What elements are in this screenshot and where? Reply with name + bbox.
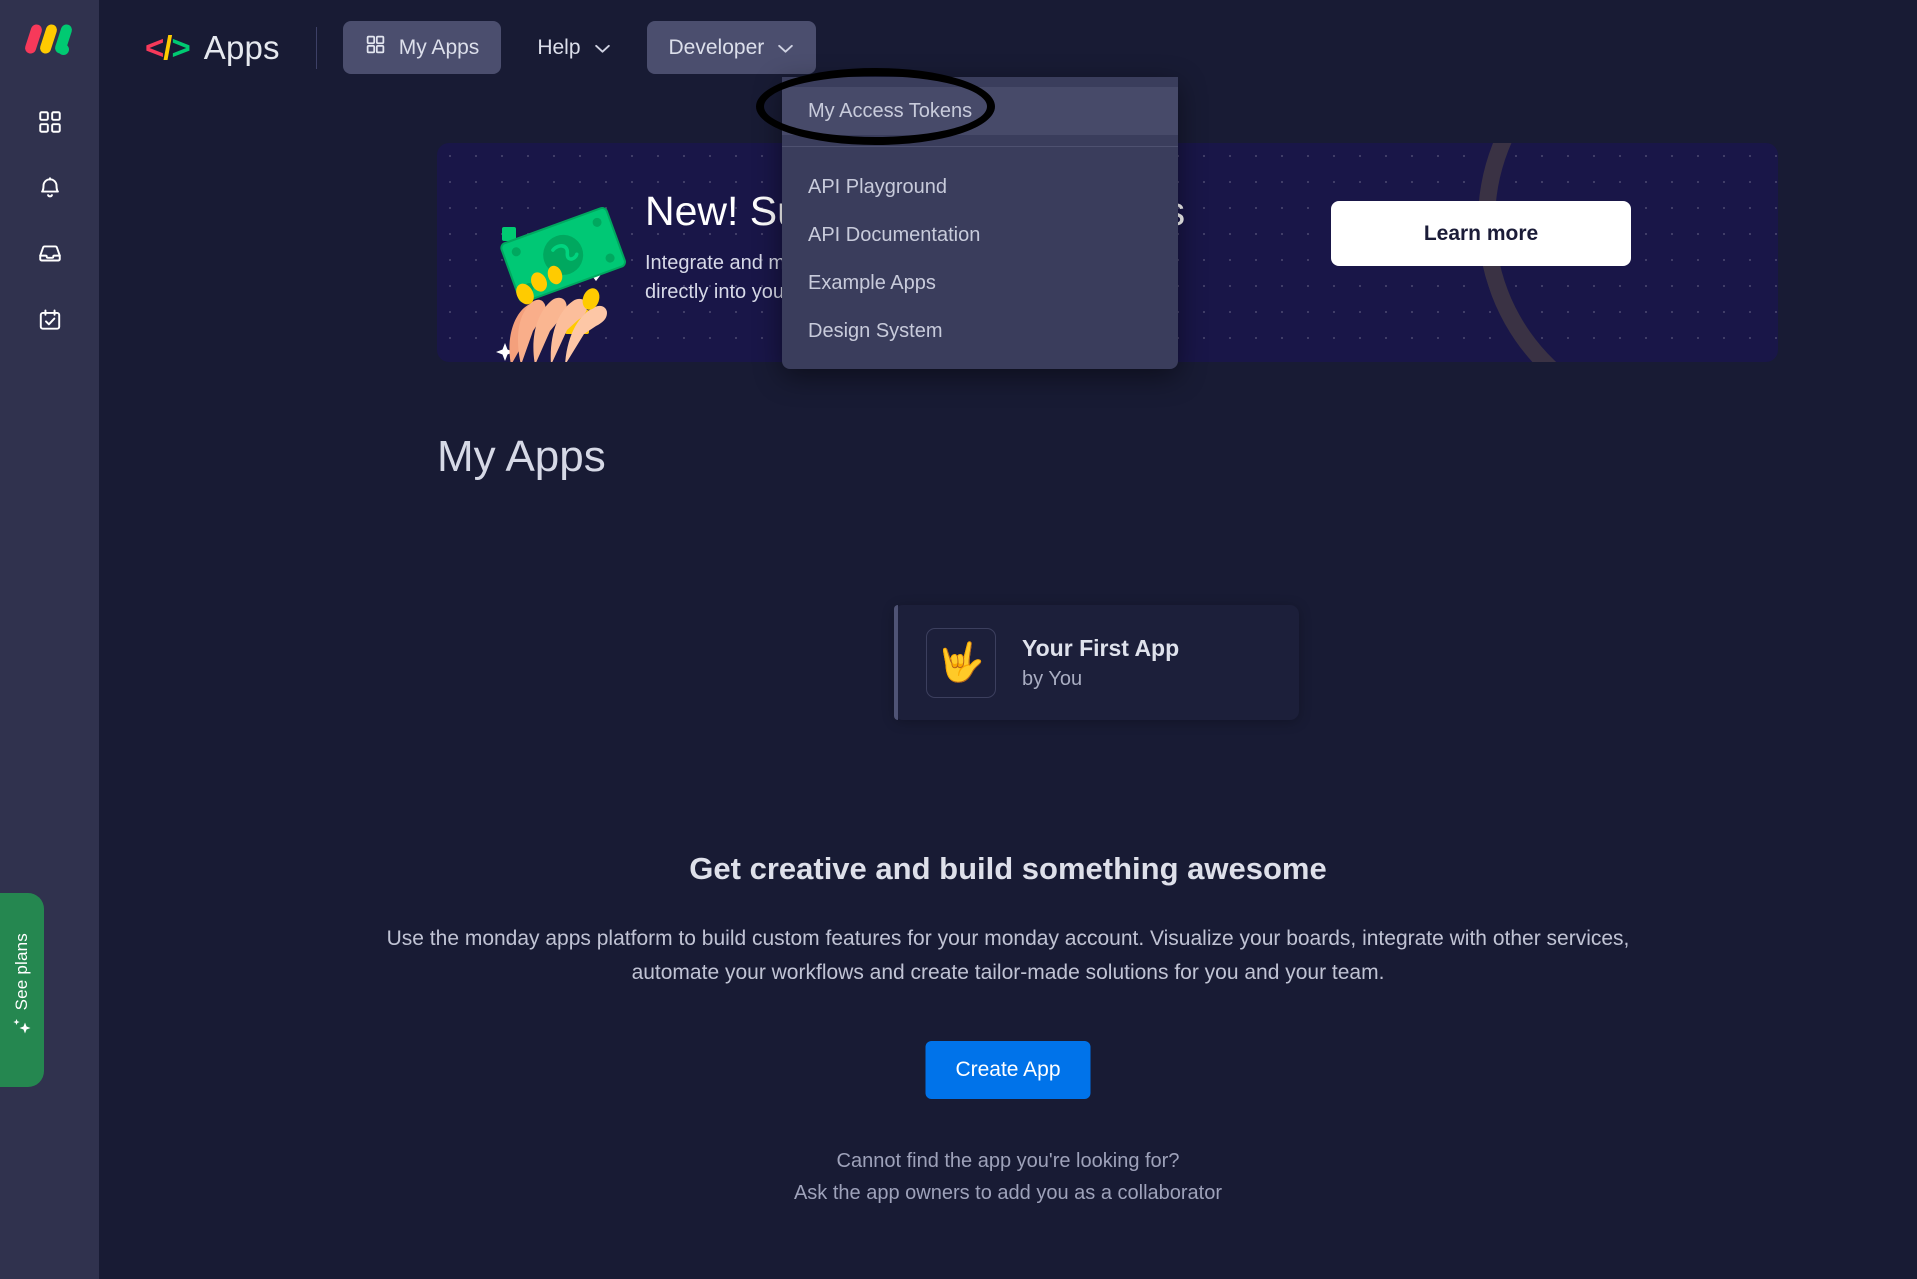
code-brackets-icon: < / >	[145, 28, 191, 67]
menu-item-api-playground[interactable]: API Playground	[782, 163, 1178, 211]
chevron-down-icon	[594, 36, 611, 60]
app-icon: 🤟	[926, 627, 996, 698]
create-app-button[interactable]: Create App	[925, 1041, 1091, 1099]
empty-state-body: Use the monday apps platform to build cu…	[386, 927, 1630, 985]
love-you-hand-icon: 🤟	[937, 641, 985, 684]
app-card-wrapper: 🤟 Your First App by You	[894, 605, 1299, 720]
app-card-meta: Your First App by You	[1022, 635, 1179, 691]
tab-developer-label: Developer	[668, 35, 765, 59]
bell-icon	[37, 175, 63, 201]
rail-item-workspaces[interactable]	[28, 100, 72, 144]
footnote-line-2: Ask the app owners to add you as a colla…	[793, 1182, 1223, 1205]
page-title: My Apps	[437, 432, 606, 481]
tab-help[interactable]: Help	[515, 21, 632, 74]
code-bracket-right: >	[171, 28, 190, 66]
chevron-down-icon	[777, 36, 794, 60]
tab-my-apps-label: My Apps	[398, 35, 480, 59]
developer-dropdown-menu: My Access Tokens API Playground API Docu…	[782, 77, 1178, 369]
left-rail: See plans	[0, 0, 99, 1279]
monday-logo[interactable]	[23, 22, 73, 60]
workspace-grid-icon	[37, 109, 63, 135]
menu-item-design-system[interactable]: Design System	[782, 307, 1178, 355]
topbar-divider	[315, 26, 317, 69]
app-card-your-first-app[interactable]: 🤟 Your First App by You	[894, 605, 1299, 720]
grid-icon	[365, 34, 386, 61]
tab-help-label: Help	[537, 35, 581, 59]
empty-state-footnote: Cannot find the app you're looking for? …	[99, 1145, 1917, 1210]
rail-item-notifications[interactable]	[28, 166, 72, 210]
footnote-line-1: Cannot find the app you're looking for?	[836, 1150, 1180, 1172]
see-plans-label: See plans	[12, 932, 31, 1011]
inbox-icon	[37, 241, 63, 267]
app-root: See plans < / > Apps My Apps Help Develo…	[0, 0, 1917, 1279]
tab-my-apps[interactable]: My Apps	[342, 21, 502, 74]
tab-developer[interactable]: Developer	[646, 21, 817, 74]
product-name: Apps	[203, 28, 280, 66]
app-card-author: by You	[1022, 667, 1083, 690]
hand-holding-money-illustration	[465, 175, 655, 362]
rail-item-inbox[interactable]	[28, 232, 72, 276]
empty-state-headline: Get creative and build something awesome	[689, 851, 1327, 886]
code-bracket-left: <	[145, 28, 164, 66]
code-slash: /	[163, 28, 172, 66]
monday-logo-dot	[57, 44, 69, 55]
calendar-check-icon	[37, 307, 63, 333]
menu-item-my-access-tokens[interactable]: My Access Tokens	[782, 87, 1178, 135]
apps-product-logo[interactable]: < / > Apps	[145, 29, 280, 67]
menu-item-api-documentation[interactable]: API Documentation	[782, 211, 1178, 259]
sparkles-icon	[9, 1018, 35, 1047]
main-area: < / > Apps My Apps Help Developer New! I…	[99, 0, 1917, 1279]
app-card-name: Your First App	[1022, 634, 1180, 661]
learn-more-button[interactable]: Learn more	[1331, 201, 1631, 266]
menu-separator	[782, 146, 1178, 147]
menu-item-example-apps[interactable]: Example Apps	[782, 259, 1178, 307]
rail-item-my-work[interactable]	[28, 298, 72, 342]
see-plans-button[interactable]: See plans	[0, 893, 44, 1087]
